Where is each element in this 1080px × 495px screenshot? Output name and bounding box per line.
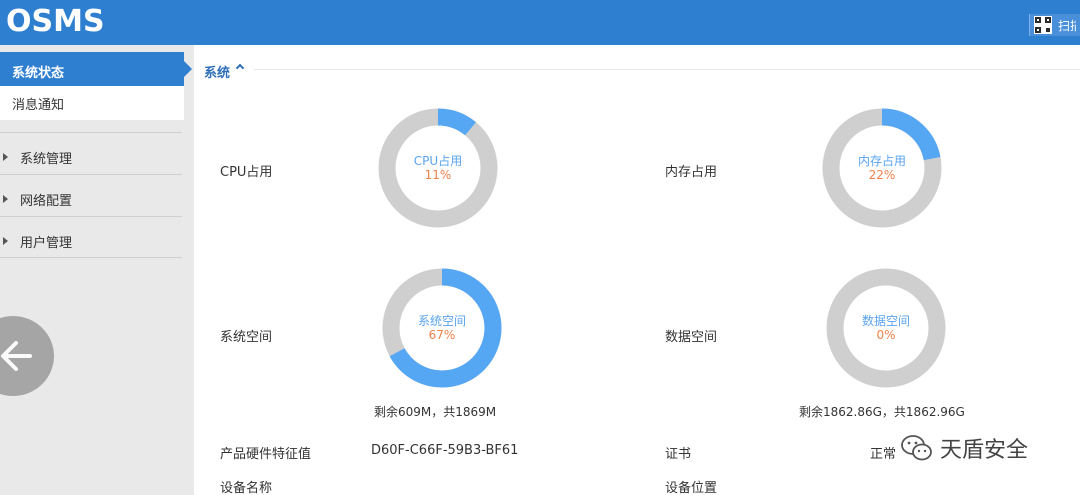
chevron-up-icon[interactable] — [235, 63, 245, 73]
watermark: 天盾安全 — [900, 430, 1028, 466]
qr-code-icon — [1034, 16, 1052, 34]
caret-right-icon — [3, 237, 8, 245]
certificate-label: 证书 — [665, 447, 692, 462]
gauge-value: 67% — [428, 328, 456, 342]
sidebar-item-system-status[interactable]: 系统状态 — [0, 52, 184, 86]
data-space-remaining: 剩余1862.86G，共1862.96G — [799, 405, 965, 419]
gauge-name: CPU占用 — [413, 154, 463, 168]
arrow-left-icon — [1, 341, 32, 371]
gauge-name: 系统空间 — [417, 314, 466, 328]
section-divider — [254, 69, 1080, 70]
sidebar-group-label: 网络配置 — [20, 194, 73, 209]
active-pointer-icon — [184, 61, 192, 77]
watermark-text: 天盾安全 — [940, 438, 1029, 463]
device-name-label: 设备名称 — [220, 481, 273, 495]
caret-right-icon — [3, 153, 8, 161]
cpu-label: CPU占用 — [220, 165, 273, 180]
system-space-remaining: 剩余609M，共1869M — [374, 405, 497, 419]
wechat-icon — [900, 433, 934, 463]
sidebar: 系统状态 消息通知 系统管理 网络配置 用户管理 — [0, 45, 194, 495]
section-title: 系统 — [204, 66, 231, 81]
hardware-id-value: D60F-C66F-59B3-BF61 — [371, 443, 519, 458]
hardware-id-label: 产品硬件特征值 — [220, 447, 312, 462]
sidebar-item-notifications[interactable]: 消息通知 — [0, 86, 184, 120]
scan-label: 扫描 — [1058, 18, 1076, 33]
gauge-value: 0% — [876, 328, 896, 342]
gauge-name: 数据空间 — [861, 314, 910, 328]
certificate-value: 正常 — [870, 447, 897, 462]
system-space-gauge: 系统空间 67% — [377, 263, 507, 393]
scan-button[interactable]: 扫描 — [1029, 14, 1080, 36]
device-location-label: 设备位置 — [665, 481, 718, 495]
sidebar-group-label: 系统管理 — [20, 152, 73, 167]
gauge-value: 11% — [424, 168, 452, 182]
sidebar-group-user-management[interactable]: 用户管理 — [0, 216, 182, 258]
back-button[interactable] — [0, 316, 54, 396]
cpu-gauge: CPU占用 11% — [373, 103, 503, 233]
caret-right-icon — [3, 195, 8, 203]
gauge-value: 22% — [868, 168, 896, 182]
main-content: 系统 CPU占用 CPU占用 11% 内存占用 内存占用 22% 系统空间 系统… — [194, 45, 1080, 495]
top-bar: OSMS 扫描 — [0, 0, 1080, 45]
app-logo: OSMS — [6, 4, 105, 39]
memory-gauge: 内存占用 22% — [817, 103, 947, 233]
sidebar-group-label: 用户管理 — [20, 236, 73, 251]
sidebar-group-system-management[interactable]: 系统管理 — [0, 132, 182, 174]
system-space-label: 系统空间 — [220, 330, 273, 345]
memory-label: 内存占用 — [665, 165, 718, 180]
sidebar-group-network-config[interactable]: 网络配置 — [0, 174, 182, 216]
gauge-name: 内存占用 — [857, 154, 906, 168]
data-space-gauge: 数据空间 0% — [821, 263, 951, 393]
data-space-label: 数据空间 — [665, 330, 718, 345]
